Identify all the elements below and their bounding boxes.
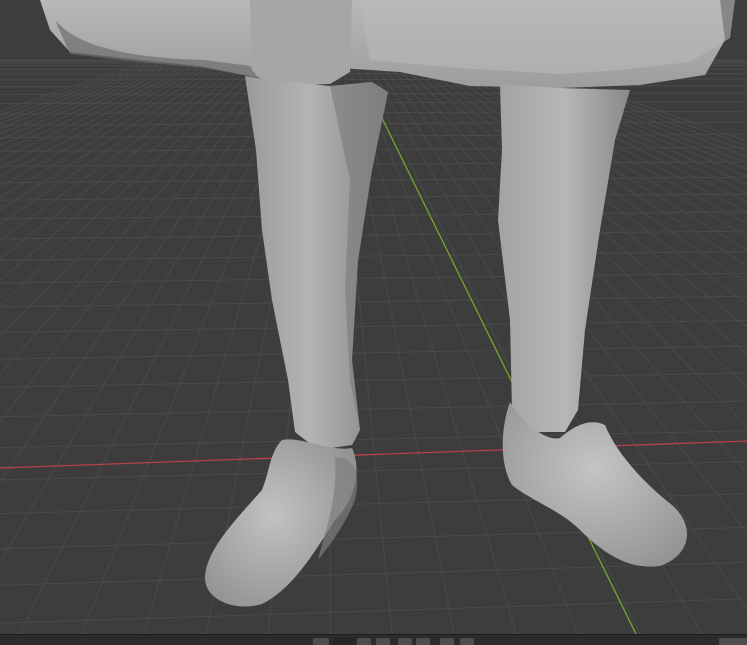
robe-highlight (360, 0, 735, 74)
toolbar-arrow-icon[interactable] (376, 638, 390, 645)
toolbar-arrow-icon[interactable] (460, 638, 474, 645)
toolbar-right-widget[interactable] (719, 638, 747, 645)
toolbar-arrow-icon[interactable] (398, 638, 412, 645)
toolbar-active-slot[interactable] (333, 638, 355, 645)
toolbar-arrow-icon[interactable] (357, 638, 371, 645)
toolbar-arrow-icon[interactable] (416, 638, 430, 645)
robe-panel (250, 0, 352, 86)
toolbar-mode-icon[interactable] (313, 638, 329, 645)
toolbar-arrow-icon[interactable] (440, 638, 454, 645)
bottom-toolbar (0, 634, 747, 645)
3d-viewport[interactable] (0, 0, 747, 635)
viewport-canvas[interactable] (0, 0, 747, 635)
